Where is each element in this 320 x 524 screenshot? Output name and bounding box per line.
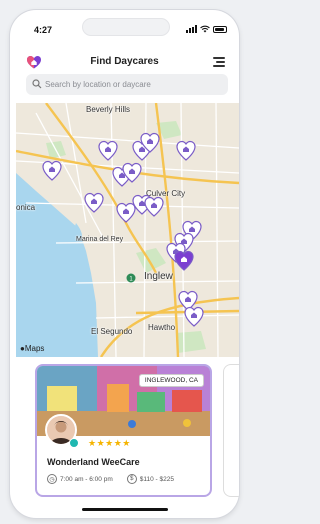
next-daycare-card[interactable] xyxy=(223,364,239,497)
phone-screen: 4:27 Find Daycares Search by location or… xyxy=(0,0,249,524)
page-title: Find Daycares xyxy=(90,56,159,67)
daycare-name: Wonderland WeeCare xyxy=(47,457,140,467)
signal-icon xyxy=(186,25,197,33)
daycare-heart-pin-icon[interactable] xyxy=(116,201,136,223)
search-input[interactable] xyxy=(45,76,223,93)
map-label-inglewood: Inglew xyxy=(144,271,173,282)
verified-badge-icon xyxy=(69,438,79,448)
hamburger-menu-icon[interactable] xyxy=(213,57,225,67)
map-view[interactable]: Beverly Hills Culver City onica Marina d… xyxy=(16,103,239,357)
daycare-card[interactable]: INGLEWOOD, CA ★★★★★ Wonderland WeeCare ◷… xyxy=(35,364,212,497)
map-label-marina-del-rey: Marina del Rey xyxy=(76,236,124,243)
daycare-heart-pin-icon[interactable] xyxy=(98,139,118,161)
clock-icon: ◷ xyxy=(47,474,57,484)
map-label-hawthorne: Hawtho xyxy=(148,323,176,332)
status-time: 4:27 xyxy=(34,25,53,35)
app-frame: 4:27 Find Daycares Search by location or… xyxy=(10,10,239,518)
rating-stars: ★★★★★ xyxy=(88,438,131,448)
app-header: Find Daycares xyxy=(10,50,239,74)
daycare-heart-pin-icon[interactable] xyxy=(184,305,204,327)
daycare-heart-pin-icon[interactable] xyxy=(42,159,62,181)
maps-attribution-text: Maps xyxy=(24,344,45,353)
status-bar: 4:27 xyxy=(10,10,239,44)
dollar-icon: $ xyxy=(126,474,137,484)
status-icons xyxy=(186,25,227,33)
location-badge: INGLEWOOD, CA xyxy=(138,374,204,387)
card-meta: ◷ 7:00 am - 6:00 pm $ $110 - $225 xyxy=(47,474,174,484)
maps-attribution: ●Maps xyxy=(20,344,44,353)
daycare-heart-pin-icon[interactable] xyxy=(140,131,160,153)
map-label-beverly-hills: Beverly Hills xyxy=(86,105,131,114)
dynamic-island xyxy=(82,18,170,36)
highway-shield-icon: 1 xyxy=(126,273,136,283)
price-text: $110 - $225 xyxy=(139,475,174,483)
daycare-heart-pin-icon[interactable] xyxy=(176,139,196,161)
map-label-el-segundo: El Segundo xyxy=(91,327,133,336)
daycare-heart-pin-icon[interactable] xyxy=(122,161,142,183)
search-bar[interactable] xyxy=(26,74,228,95)
daycare-heart-pin-icon[interactable] xyxy=(84,191,104,213)
daycare-heart-pin-icon[interactable] xyxy=(144,195,164,217)
wifi-icon xyxy=(200,25,210,33)
map-background xyxy=(16,103,239,357)
search-icon xyxy=(32,79,42,89)
map-label-santa-monica: onica xyxy=(16,203,36,212)
selected-daycare-pin-icon[interactable] xyxy=(174,249,194,271)
hours-text: 7:00 am - 6:00 pm xyxy=(60,475,113,483)
battery-icon xyxy=(213,25,227,33)
home-indicator xyxy=(82,508,168,511)
